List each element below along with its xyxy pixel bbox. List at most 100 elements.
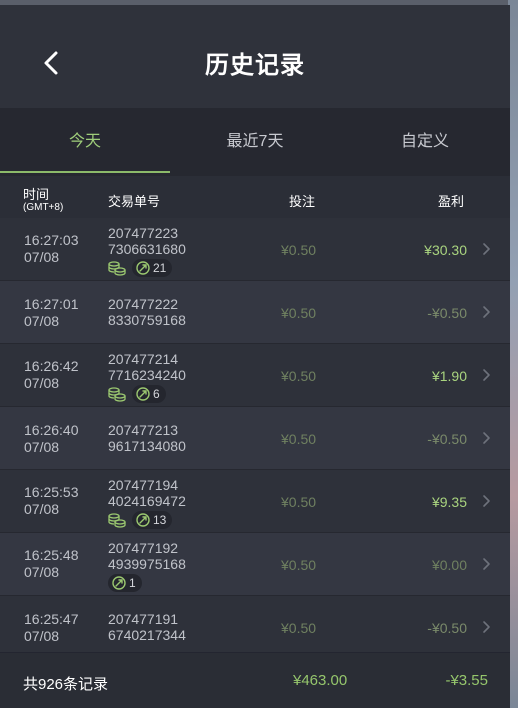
swirl-icon: [136, 261, 150, 275]
row-bet: ¥0.50: [281, 431, 317, 447]
row-bet: ¥0.50: [281, 620, 317, 636]
swirl-icon: [112, 576, 126, 590]
column-header: 时间 (GMT+8) 交易单号 投注 盈利: [0, 176, 510, 218]
history-row[interactable]: 16:25:47 07/08 207477191 6740217344 ¥0.50 -¥0…: [0, 596, 510, 659]
history-row[interactable]: 16:25:48 07/08 207477192 4939975168 1 ¥0.50 ¥0…: [0, 533, 510, 596]
order-id-line2: 4024169472: [108, 493, 186, 509]
order-id-line1: 207477222: [108, 296, 179, 312]
history-row[interactable]: 16:27:01 07/08 207477222 8330759168 ¥0.50 -¥0…: [0, 281, 510, 344]
row-time: 16:27:03 07/08: [24, 232, 79, 266]
column-bet: 投注: [289, 194, 316, 209]
column-order: 交易单号: [108, 194, 161, 209]
summary-footer: 共926条记录 ¥463.00 -¥3.55: [0, 652, 510, 708]
row-time: 16:25:48 07/08: [24, 547, 79, 581]
row-date-value: 07/08: [24, 375, 60, 391]
tab-today[interactable]: 今天: [0, 108, 170, 176]
row-bet: ¥0.50: [281, 242, 317, 258]
row-order-id: 207477194 4024169472: [108, 477, 186, 509]
order-id-line2: 7306631680: [108, 241, 186, 257]
row-date-value: 07/08: [24, 564, 60, 580]
row-time-value: 16:27:03: [24, 232, 79, 248]
chevron-right-icon: [483, 243, 490, 255]
row-date-value: 07/08: [24, 628, 60, 644]
row-order-id: 207477214 7716234240: [108, 351, 186, 383]
chevron-right-icon: [483, 432, 490, 444]
row-time-value: 16:26:42: [24, 358, 79, 374]
row-date-value: 07/08: [24, 439, 60, 455]
order-id-line2: 4939975168: [108, 556, 186, 572]
page-title: 历史记录: [205, 52, 305, 79]
row-order-id: 207477192 4939975168: [108, 540, 186, 572]
row-time-value: 16:25:48: [24, 547, 79, 563]
row-profit: -¥0.50: [427, 620, 467, 636]
chevron-right-icon: [483, 495, 490, 507]
history-panel: 历史记录 今天 最近7天 自定义 时间 (GMT+8) 交易单号 投注 盈利 1…: [0, 5, 510, 708]
swirl-icon: [136, 513, 150, 527]
jackpot-count: 1: [129, 576, 136, 590]
row-date-value: 07/08: [24, 501, 60, 517]
date-range-tabs: 今天 最近7天 自定义: [0, 108, 510, 176]
row-date-value: 07/08: [24, 313, 60, 329]
record-list: 16:27:03 07/08 207477223 7306631680 21 ¥0.50 ¥…: [0, 218, 510, 659]
row-profit: -¥0.50: [427, 305, 467, 321]
order-id-line1: 207477213: [108, 422, 179, 438]
order-id-line1: 207477192: [108, 540, 179, 556]
order-id-line1: 207477194: [108, 477, 179, 493]
row-order-id: 207477191 6740217344: [108, 611, 186, 643]
column-profit: 盈利: [438, 194, 465, 209]
order-id-line2: 9617134080: [108, 438, 186, 454]
jackpot-badge: 6: [132, 385, 166, 403]
history-row[interactable]: 16:26:40 07/08 207477213 9617134080 ¥0.50 -¥0…: [0, 407, 510, 470]
row-order-id: 207477223 7306631680: [108, 225, 186, 257]
row-profit: -¥0.50: [427, 431, 467, 447]
row-time: 16:26:40 07/08: [24, 422, 79, 456]
chevron-right-icon: [483, 621, 490, 633]
history-row[interactable]: 16:25:53 07/08 207477194 4024169472 13 ¥0.50 ¥…: [0, 470, 510, 533]
jackpot-count: 13: [153, 513, 167, 527]
total-profit: -¥3.55: [445, 672, 488, 689]
row-time: 16:26:42 07/08: [24, 358, 79, 392]
order-id-line2: 6740217344: [108, 627, 186, 643]
row-badges: 1: [108, 574, 142, 592]
order-id-line1: 207477223: [108, 225, 179, 241]
row-bet: ¥0.50: [281, 305, 317, 321]
swirl-icon: [136, 387, 150, 401]
row-time-value: 16:27:01: [24, 296, 79, 312]
jackpot-count: 21: [153, 261, 167, 275]
tab-last-7-days[interactable]: 最近7天: [170, 108, 340, 176]
row-bet: ¥0.50: [281, 557, 317, 573]
total-bet: ¥463.00: [293, 672, 348, 689]
row-time: 16:25:53 07/08: [24, 484, 79, 518]
order-id-line1: 207477214: [108, 351, 179, 367]
history-row[interactable]: 16:26:42 07/08 207477214 7716234240 6 ¥0.50 ¥1…: [0, 344, 510, 407]
row-time-value: 16:26:40: [24, 422, 79, 438]
row-profit: ¥30.30: [424, 242, 467, 258]
row-profit: ¥1.90: [431, 368, 467, 384]
order-id-line1: 207477191: [108, 611, 179, 627]
row-time-value: 16:25:53: [24, 484, 79, 500]
row-bet: ¥0.50: [281, 368, 317, 384]
coin-stack-icon: [108, 261, 126, 276]
column-time-zone: (GMT+8): [23, 202, 64, 213]
chevron-right-icon: [483, 369, 490, 381]
coin-stack-icon: [108, 387, 126, 402]
row-badges: 21: [108, 259, 173, 277]
row-order-id: 207477222 8330759168: [108, 296, 186, 328]
active-tab-indicator: [0, 171, 170, 173]
history-row[interactable]: 16:27:03 07/08 207477223 7306631680 21 ¥0.50 ¥…: [0, 218, 510, 281]
row-profit: ¥0.00: [431, 557, 467, 573]
row-time: 16:27:01 07/08: [24, 296, 79, 330]
jackpot-badge: 13: [132, 511, 173, 529]
row-time: 16:25:47 07/08: [24, 611, 79, 645]
column-time: 时间: [23, 187, 50, 202]
order-id-line2: 8330759168: [108, 312, 186, 328]
coin-stack-icon: [108, 513, 126, 528]
header-bar: 历史记录: [0, 5, 510, 108]
row-order-id: 207477213 9617134080: [108, 422, 186, 454]
jackpot-badge: 21: [132, 259, 173, 277]
row-date-value: 07/08: [24, 249, 60, 265]
tab-custom[interactable]: 自定义: [340, 108, 510, 176]
jackpot-badge: 1: [108, 574, 142, 592]
order-id-line2: 7716234240: [108, 367, 186, 383]
row-bet: ¥0.50: [281, 494, 317, 510]
